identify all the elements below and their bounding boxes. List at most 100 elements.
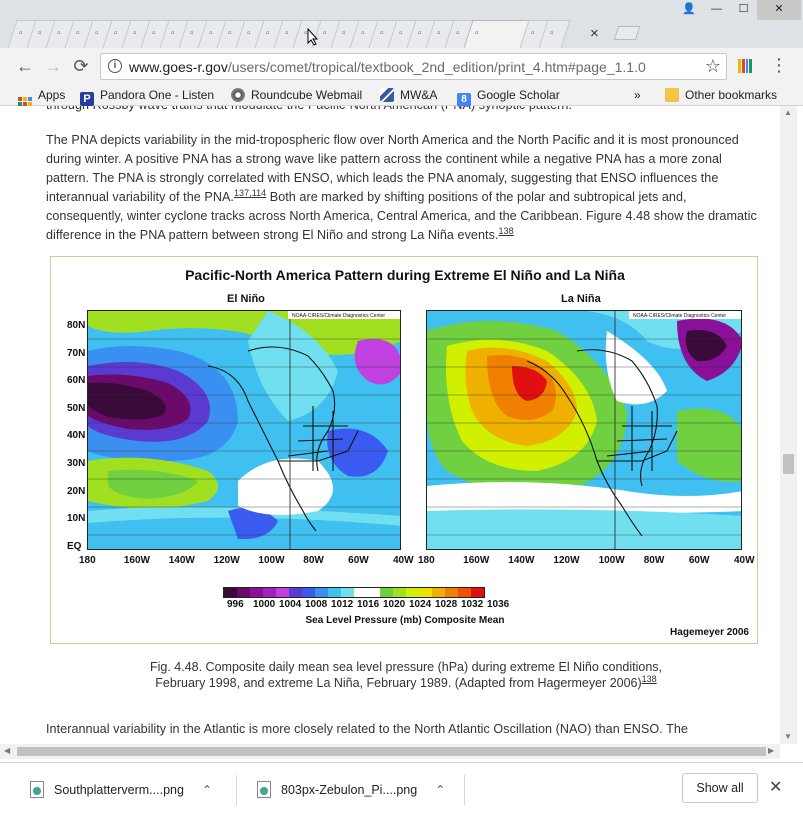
forward-button[interactable]: → [42,56,64,78]
tab-favicon-icon: ▫ [361,28,365,39]
chevron-up-icon[interactable]: ⌃ [202,783,212,797]
show-all-button[interactable]: Show all [682,773,758,803]
tab-favicon-icon: ▫ [95,28,99,39]
download-item[interactable]: Southplatterverm....png ⌃ [30,775,212,805]
address-bar[interactable]: i www.goes-r.gov/users/comet/tropical/te… [100,53,727,80]
color-scale-swatch [406,588,419,597]
color-scale-label: 996 [227,599,244,610]
tab-favicon-icon: ▫ [285,28,289,39]
pandora-icon: P [80,92,94,106]
download-item[interactable]: 803px-Zebulon_Pi....png ⌃ [257,775,445,805]
paragraph-pna: The PNA depicts variability in the mid-t… [46,131,766,245]
bookmark-mwa[interactable]: MW&A [380,86,437,104]
longitude-label: 140W [508,555,535,566]
scroll-left-icon[interactable]: ◀ [4,746,10,755]
horizontal-scrollbar[interactable]: ◀ ▶ [0,744,780,759]
reference-link[interactable]: 138 [642,674,657,684]
bookmark-star-icon[interactable]: ☆ [705,56,721,77]
color-scale-title: Sea Level Pressure (mb) Composite Mean [305,615,505,626]
color-scale-label: 1000 [253,599,276,610]
latitude-label: 70N [67,347,86,359]
bookmark-apps[interactable]: Apps [18,86,66,111]
color-scale-swatch [315,588,328,597]
longitude-label: 60W [348,555,369,566]
bookmarks-overflow-button[interactable]: » [634,86,641,104]
bookmark-label: Apps [38,88,66,102]
horizontal-scroll-thumb[interactable] [17,747,766,756]
menu-icon[interactable]: ⋮ [770,54,788,76]
tab-favicon-icon: ▫ [133,28,137,39]
tab-favicon-icon: ▫ [418,28,422,39]
user-icon[interactable]: 👤 [675,0,703,20]
longitude-label: 160W [123,555,150,566]
bookmark-roundcube[interactable]: Roundcube Webmail [231,86,362,104]
maximize-button[interactable]: ☐ [730,0,757,20]
reload-button[interactable]: ⟳ [70,56,92,78]
figure-caption: Fig. 4.48. Composite daily mean sea leve… [146,659,666,691]
info-icon[interactable]: i [108,59,122,73]
latitude-label: 40N [67,430,86,442]
tab-favicon-icon: ▫ [57,28,61,39]
longitude-label: 180 [418,555,435,566]
latitude-label: 80N [67,320,86,331]
bookmark-pandora[interactable]: P Pandora One - Listen [80,86,215,106]
bookmark-label: Roundcube Webmail [251,88,363,102]
longitude-label: 180 [79,555,96,566]
back-button[interactable]: ← [14,56,36,78]
chevron-up-icon[interactable]: ⌃ [435,783,445,797]
tab-close-button[interactable]: × [590,25,599,42]
tab-favicon-icon: ▫ [228,28,232,39]
reference-link[interactable]: 138 [498,226,513,236]
longitude-label: 100W [258,555,285,566]
vertical-scrollbar[interactable]: ▲ ▼ [780,106,797,744]
figure-title: Pacific-North America Pattern during Ext… [185,267,625,283]
address-url[interactable]: www.goes-r.gov/users/comet/tropical/text… [129,59,646,75]
longitude-label: 120W [553,555,580,566]
close-window-button[interactable]: ✕ [757,0,801,20]
longitude-label: 80W [303,555,324,566]
tab-favicon-icon: ▫ [342,28,346,39]
vertical-scroll-thumb[interactable] [783,454,794,474]
tab-favicon-icon: ▫ [323,28,327,39]
url-host: www.goes-r.gov [129,59,228,75]
download-filename: Southplatterverm....png [54,783,184,797]
close-downloads-icon[interactable]: ✕ [769,777,782,797]
color-scale-swatch [328,588,341,597]
tab-favicon-icon: ▫ [171,28,175,39]
scroll-up-icon[interactable]: ▲ [784,108,792,117]
extension-icon[interactable] [738,59,752,73]
paragraph-nao: Interannual variability in the Atlantic … [46,722,688,736]
bookmark-label: Pandora One - Listen [100,88,215,102]
new-tab-button[interactable] [613,26,641,40]
la-nina-map: NOAA-CIRES/Climate Diagnostics Center [426,310,742,550]
image-file-icon [30,781,44,798]
download-filename: 803px-Zebulon_Pi....png [281,783,418,797]
color-scale-swatch [419,588,432,597]
tab-favicon-icon: ▫ [437,28,441,39]
scroll-down-icon[interactable]: ▼ [784,732,792,741]
bookmark-google-scholar[interactable]: 8 Google Scholar [457,86,560,107]
tab-favicon-icon: ▫ [190,28,194,39]
color-scale-label: 1012 [331,599,354,610]
latitude-label: 10N [67,513,86,525]
bookmark-label: MW&A [400,88,438,102]
tab-favicon-icon: ▫ [456,28,460,39]
paragraph-cut: through Rossby wave trains that modulate… [46,106,766,115]
figure-4-48: Pacific-North America Pattern during Ext… [50,256,758,644]
longitude-label: 100W [598,555,625,566]
color-scale-swatch [341,588,354,597]
figure-credit: Hagemeyer 2006 [670,627,749,638]
scroll-right-icon[interactable]: ▶ [768,746,774,755]
minimize-button[interactable]: — [703,0,730,20]
other-bookmarks[interactable]: Other bookmarks [665,86,777,104]
el-nino-map: NOAA-CIRES/Climate Diagnostics Center [87,310,401,550]
color-scale-label: 1032 [461,599,484,610]
color-scale-label: 1004 [279,599,302,610]
color-scale-swatch [354,588,367,597]
color-scale-swatch [380,588,393,597]
reference-link[interactable]: 137 [234,188,249,198]
color-scale-label: 1020 [383,599,406,610]
reference-link[interactable]: 114 [252,188,267,198]
tab-favicon-icon: ▫ [247,28,251,39]
longitude-label: 80W [643,555,665,566]
